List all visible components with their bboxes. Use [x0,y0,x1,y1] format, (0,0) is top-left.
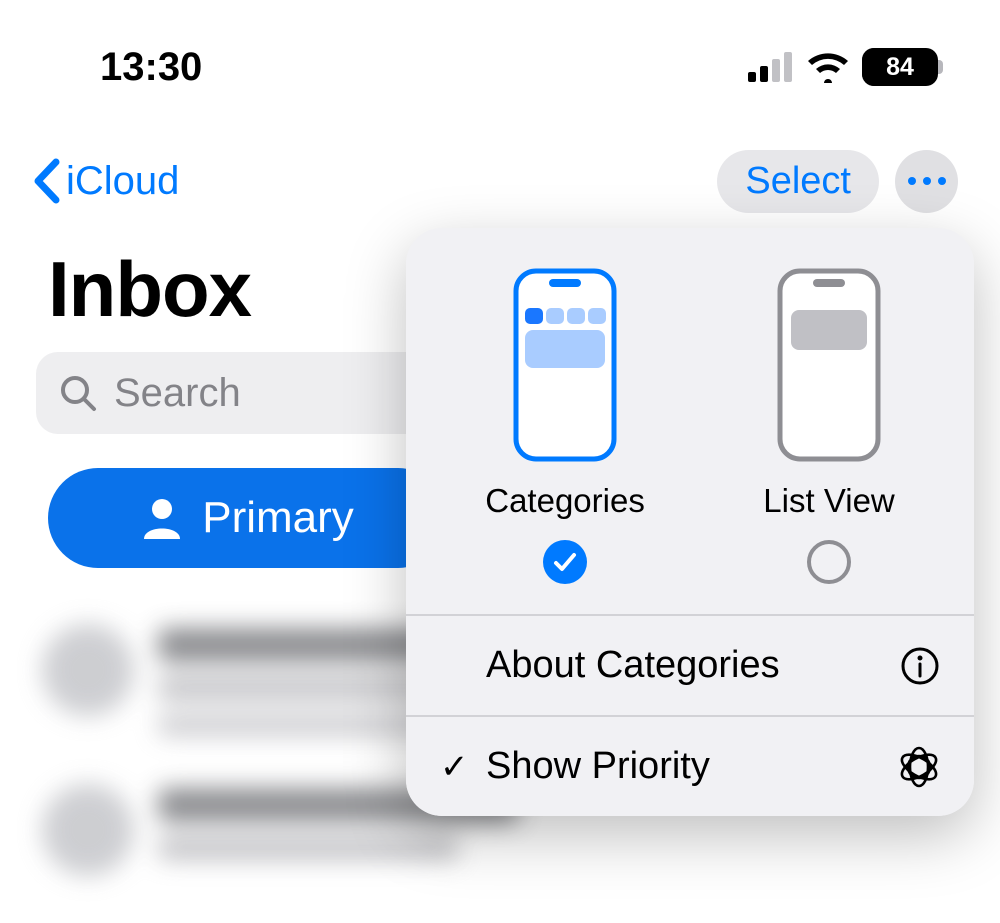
checkmark-icon [553,551,577,573]
battery-icon: 84 [862,48,938,86]
view-option-label: Categories [485,482,645,520]
checkmark-icon: ✓ [440,747,470,787]
view-option-list[interactable]: List View [763,268,894,584]
status-bar: 13:30 84 [0,42,1000,92]
menu-item-about-categories[interactable]: About Categories [406,616,974,715]
status-indicators: 84 [748,48,938,86]
search-icon [58,373,98,413]
battery-level: 84 [886,53,914,82]
view-option-categories[interactable]: Categories [485,268,645,584]
menu-item-show-priority[interactable]: ✓ Show Priority [406,717,974,816]
more-icon [908,177,916,185]
menu-item-label: Show Priority [486,745,882,788]
cellular-icon [748,52,794,82]
wifi-icon [806,51,850,83]
tab-primary[interactable]: Primary [48,468,448,568]
radio-selected[interactable] [543,540,587,584]
categories-preview-icon [513,268,617,462]
nav-bar: iCloud Select [0,146,1000,216]
intelligence-icon [898,746,940,788]
chevron-left-icon [32,158,62,204]
search-placeholder: Search [114,371,241,416]
select-button[interactable]: Select [717,150,879,213]
view-option-label: List View [763,482,894,520]
listview-preview-icon [777,268,881,462]
person-icon [142,497,182,539]
view-options-popover: Categories List View About Categories [406,228,974,816]
radio-unselected[interactable] [807,540,851,584]
select-label: Select [745,160,851,202]
menu-item-label: About Categories [486,644,884,687]
page-title: Inbox [48,244,251,335]
status-time: 13:30 [100,45,202,90]
info-icon [900,646,940,686]
more-button[interactable] [895,150,958,213]
back-label: iCloud [66,159,179,204]
tab-primary-label: Primary [202,493,354,543]
back-button[interactable]: iCloud [32,158,179,204]
